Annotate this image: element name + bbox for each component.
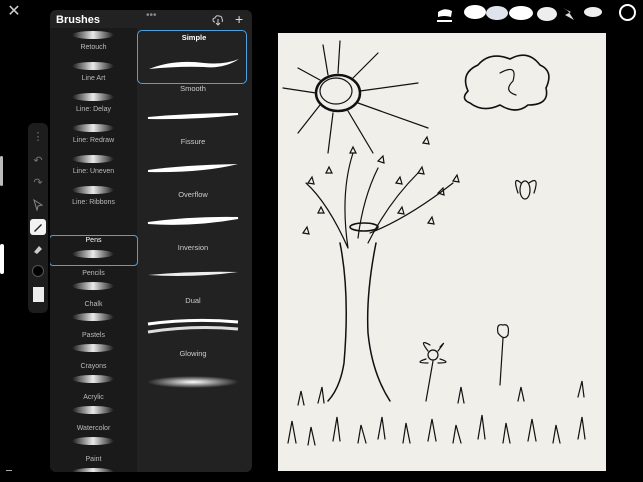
category-retouch[interactable]: Retouch [50,28,137,59]
brush-preview [72,186,114,194]
undo-icon[interactable]: ↶ [30,153,46,169]
brush-stroke-preview [148,271,238,276]
more-icon[interactable]: ⋮ [30,129,46,145]
brush-preview [72,406,114,414]
brush-inversion[interactable]: Inversion [137,243,252,296]
brush-category-list: Retouch Line Art Line: Delay Line: Redra… [50,28,138,472]
brush-preview [72,468,114,472]
close-icon[interactable]: ✕ [6,4,22,20]
category-line-redraw[interactable]: Line: Redraw [50,121,137,152]
category-label: Pencils [82,270,105,277]
brush-preview [72,250,114,258]
brush-preview [72,313,114,321]
brush-label: Glowing [179,349,207,358]
brush-simple[interactable]: Simple [137,30,247,84]
brush-preview [72,62,114,70]
category-paint[interactable]: Paint [50,454,137,472]
panel-grip-handle[interactable]: ••• [146,10,157,21]
category-label: Line: Ribbons [72,199,115,206]
tool-strip: ⋮ ↶ ↷ [28,123,48,313]
brush-dual[interactable]: Dual [137,296,252,349]
category-label: Chalk [84,301,103,308]
brush-preview [72,93,114,101]
brush-library-panel: Brushes ••• + Retouch Line Art Line: Del… [50,10,252,472]
category-line-delay[interactable]: Line: Delay [50,90,137,121]
current-color-swatch[interactable] [619,4,636,21]
brush-opacity-slider[interactable] [0,244,4,274]
brush-stroke-preview [148,164,238,173]
brush-label: Overflow [178,190,208,199]
category-label: Crayons [80,363,107,370]
plus-icon[interactable]: + [235,11,243,27]
category-label: Paint [85,456,102,463]
brush-list: Simple Smooth Fissure Overflow Inversion [137,28,252,472]
brush-label: Inversion [177,243,209,252]
redo-icon[interactable]: ↷ [30,175,46,191]
category-acrylic[interactable]: Acrylic [50,392,137,423]
brush-size-slider[interactable] [0,156,3,186]
panel-title: Brushes [56,14,101,26]
drawing-canvas[interactable] [278,33,606,471]
category-label: Watercolor [76,425,111,432]
brush-smooth[interactable]: Smooth [137,84,252,137]
category-label: Pens [85,237,102,244]
category-label: Retouch [80,44,107,51]
category-pencils[interactable]: Pencils [50,268,137,299]
brush-stroke-preview [147,216,239,225]
category-label: Line: Redraw [72,137,115,144]
brush-preview [72,437,114,445]
home-indicator [6,470,12,471]
brush-stroke-preview [149,59,239,69]
category-pastels[interactable]: Pastels [50,330,137,361]
brush-stroke-preview [147,318,239,334]
category-line-art[interactable]: Line Art [50,59,137,90]
canvas-drawing [282,40,586,446]
eraser-icon[interactable] [30,241,46,257]
category-line-uneven[interactable]: Line: Uneven [50,152,137,183]
brush-icon[interactable] [30,219,46,235]
brush-preview [72,31,114,39]
brush-label: Simple [181,33,207,42]
category-watercolor[interactable]: Watercolor [50,423,137,454]
brush-stroke-preview [147,113,239,120]
category-label: Line: Uneven [72,168,115,175]
brush-preview [72,124,114,132]
brush-fissure[interactable]: Fissure [137,137,252,190]
category-label: Line Art [81,75,106,82]
category-label: Pastels [82,332,105,339]
category-pens[interactable]: Pens [50,235,138,266]
select-arrow-icon[interactable] [30,198,46,215]
cloud-download-icon[interactable] [212,13,224,26]
brush-label: Dual [185,296,201,305]
layer-thumbnail-icon[interactable] [30,287,46,303]
brush-label: Smooth [180,84,206,93]
brush-preview [72,155,114,163]
color-swatch-icon[interactable] [30,263,46,279]
recent-strokes-bar[interactable] [435,3,615,23]
brush-stroke-preview [147,376,239,388]
brush-preview [72,375,114,383]
brush-overflow[interactable]: Overflow [137,190,252,243]
brush-label: Fissure [180,137,206,146]
brush-preview [72,282,114,290]
category-crayons[interactable]: Crayons [50,361,137,392]
category-label: Line: Delay [75,106,112,113]
category-chalk[interactable]: Chalk [50,299,137,330]
brush-glowing[interactable]: Glowing [137,349,252,402]
brush-preview [72,344,114,352]
category-line-ribbons[interactable]: Line: Ribbons [50,183,137,214]
category-label: Acrylic [83,394,104,401]
